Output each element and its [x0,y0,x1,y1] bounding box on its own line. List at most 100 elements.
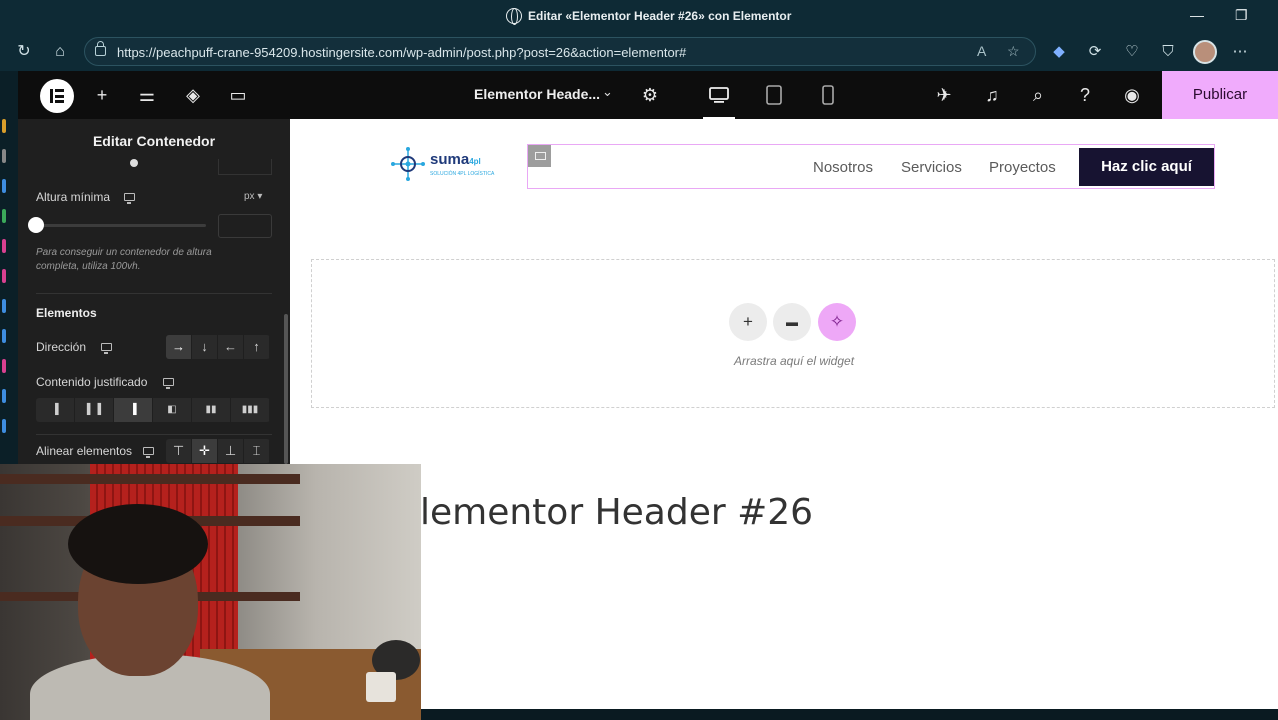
justify-space-between-button[interactable]: ◧ [153,398,192,422]
elementor-top-bar: + ⚌ ◈ ▭ Elementor Heade... ⌄ ⚙ ✈ ♫ ⌕ ? ◉… [18,71,1278,119]
preview-canvas: suma4pl SOLUCIÓN 4PL LOGÍSTICA Nosotros … [290,119,1278,709]
logo-tagline: SOLUCIÓN 4PL LOGÍSTICA [430,171,495,177]
read-aloud-icon[interactable]: A [977,43,986,59]
monitor-icon[interactable] [163,378,174,389]
rocket-icon[interactable]: ✈ [932,83,956,107]
panel-title: Editar Contenedor [92,133,216,149]
monitor-icon[interactable] [124,193,135,204]
home-icon[interactable]: ⌂ [50,42,70,62]
panel-scrollbar[interactable] [284,314,288,464]
align-end-button[interactable]: ⊥ [218,439,244,463]
container-handle-icon[interactable] [528,145,551,167]
template-library-folder-icon[interactable]: ▬ [773,303,811,341]
more-icon[interactable]: ⋯ [1230,42,1250,62]
value-input-partial[interactable] [218,159,272,175]
comments-icon[interactable]: ▭ [226,83,250,107]
add-icon[interactable]: + [90,83,114,107]
publish-button[interactable]: Publicar [1162,71,1278,119]
align-stretch-button[interactable]: ⌶ [244,439,270,463]
align-start-button[interactable]: ⊤ [166,439,192,463]
reload-icon[interactable]: ↻ [14,42,34,62]
justify-space-around-button[interactable]: ▮▮ [192,398,231,422]
justify-center-button[interactable]: ▌▐ [75,398,114,422]
page-title: lementor Header #26 [420,492,814,533]
nav-link-servicios[interactable]: Servicios [901,159,962,176]
sidebar-mark [2,179,6,193]
direction-row-reverse-button[interactable]: ← [218,335,244,359]
address-bar[interactable]: https://peachpuff-crane-954209.hostinger… [84,37,1036,66]
browser-sidebar-strip [0,71,18,464]
ai-sparkle-button[interactable]: ✧ [818,303,856,341]
url-text[interactable]: https://peachpuff-crane-954209.hostinger… [117,45,686,60]
favorite-star-icon[interactable]: ☆ [1007,43,1020,60]
site-logo[interactable]: suma4pl SOLUCIÓN 4PL LOGÍSTICA [390,146,494,182]
webcam-shelf [0,474,300,484]
webcam-mug [366,672,396,702]
globe-icon [506,8,522,25]
sidebar-mark [2,149,6,163]
direction-column-button[interactable]: ↓ [192,335,218,359]
maximize-icon[interactable]: ❐ [1235,7,1248,24]
layers-icon[interactable]: ◈ [181,83,205,107]
sidebar-mark [2,209,6,223]
document-name[interactable]: Elementor Heade... [474,86,600,102]
os-taskbar [420,709,1278,720]
nav-link-proyectos[interactable]: Proyectos [989,159,1056,176]
sidebar-mark [2,299,6,313]
add-section-button[interactable]: + [729,303,767,341]
settings-gear-icon[interactable]: ⚙ [638,83,662,107]
min-height-input[interactable] [218,214,272,238]
direction-column-reverse-button[interactable]: ↑ [244,335,270,359]
slider-thumb-partial[interactable] [130,159,138,167]
minimize-icon[interactable]: — [1190,7,1204,23]
help-icon[interactable]: ? [1073,83,1097,107]
sliders-icon[interactable]: ⚌ [135,83,159,107]
align-label: Alinear elementos [36,444,133,458]
divider [36,293,272,294]
justify-start-button[interactable]: ▐ [36,398,75,422]
help-text: Para conseguir un contenedor de altura c… [36,247,212,272]
chevron-down-icon[interactable]: ⌄ [602,84,613,100]
desktop-device-icon[interactable] [703,82,735,119]
monitor-icon[interactable] [143,447,154,458]
justify-space-evenly-button[interactable]: ▮▮▮ [231,398,270,422]
tablet-device-icon[interactable] [761,82,787,108]
justify-control[interactable]: ▐ ▌▐ ▐ ◧ ▮▮ ▮▮▮ [36,398,270,422]
min-height-slider-track[interactable] [36,224,206,227]
widget-dropzone[interactable]: + ▬ ✧ Arrastra aquí el widget [311,259,1275,408]
direction-control[interactable]: → ↓ ← ↑ [166,335,270,359]
min-height-slider-thumb[interactable] [28,217,44,233]
elementor-logo-icon[interactable] [40,79,74,113]
justify-end-button[interactable]: ▐ [114,398,153,422]
divider [36,434,272,435]
sidebar-mark [2,419,6,433]
browser-title-bar: Editar «Elementor Header #26» con Elemen… [0,0,1278,33]
notifications-icon[interactable]: ♫ [980,83,1004,107]
justify-label: Contenido justificado [36,375,148,389]
logo-text: suma [430,151,470,168]
unit-select[interactable]: px ▾ [244,191,262,202]
align-center-button[interactable]: ✛ [192,439,218,463]
heart-pulse-icon[interactable]: ♡ [1122,42,1142,62]
search-icon[interactable]: ⌕ [1026,83,1050,107]
refresh-extension-icon[interactable]: ⟳ [1085,42,1105,62]
sidebar-mark [2,269,6,283]
align-control[interactable]: ⊤ ✛ ⊥ ⌶ [166,439,270,463]
monitor-icon[interactable] [101,343,112,354]
shield-icon[interactable]: ⛉ [1158,42,1178,62]
sidebar-mark [2,329,6,343]
lock-icon[interactable] [95,41,106,56]
min-height-label: Altura mínima [36,190,111,204]
dropzone-hint: Arrastra aquí el widget [733,354,855,368]
window-title-text: Editar «Elementor Header #26» con Elemen… [528,9,792,23]
sidebar-mark [2,359,6,373]
preview-eye-icon[interactable]: ◉ [1120,83,1144,107]
nav-link-nosotros[interactable]: Nosotros [813,159,873,176]
cta-button[interactable]: Haz clic aquí [1079,148,1214,186]
extension-icon[interactable]: ◆ [1049,42,1069,62]
profile-avatar[interactable] [1193,40,1217,64]
mobile-device-icon[interactable] [815,82,841,108]
logo-mark-icon [390,146,426,182]
direction-row-button[interactable]: → [166,335,192,359]
webcam-person-hair [68,504,208,584]
